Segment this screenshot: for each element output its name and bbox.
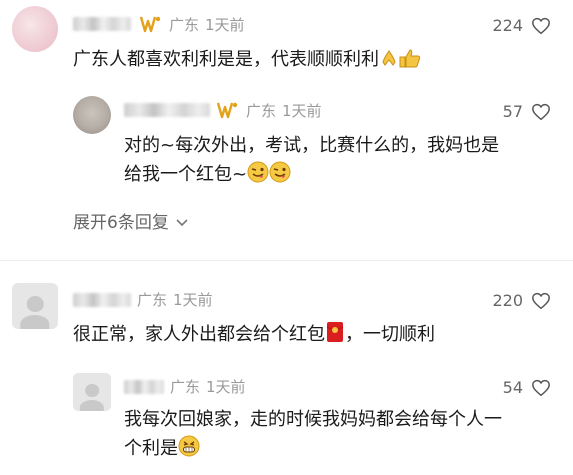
reply-meta: 广东 1天前 [246,102,328,120]
replier-name-blurred[interactable] [124,103,210,117]
like-button[interactable]: 220 [492,292,551,310]
like-button[interactable]: 54 [503,379,551,397]
like-button[interactable]: 224 [492,17,551,35]
red-envelope-icon [325,321,345,352]
reply-time: 1天前 [282,102,322,120]
replier-name-blurred[interactable] [124,380,164,394]
creator-badge-icon [216,101,239,123]
commenter-avatar[interactable] [12,6,58,52]
comment-time: 1天前 [205,16,245,34]
reply-location: 广东 [246,102,277,120]
reply-avatar[interactable] [73,373,111,411]
reply-time: 1天前 [206,378,246,396]
commenter-name-blurred[interactable] [73,293,131,307]
comment-meta: 广东 1天前 [137,291,219,309]
wink-tongue-face-icon [269,161,291,192]
comment-location: 广东 [137,291,168,309]
thumbs-up-icon [399,48,421,77]
praying-hands-icon [379,48,399,77]
comment-text: 广东人都喜欢利利是是，代表顺顺利利 [73,45,421,77]
commenter-avatar[interactable] [12,283,58,329]
reply-text: 对的~每次外出，考试，比赛什么的，我妈也是 给我一个红包~ [124,131,499,192]
reply-location: 广东 [170,378,201,396]
heart-outline-icon [532,17,550,35]
reply-text: 我每次回娘家，走的时候我妈妈都会给每个人一 个利是 [124,405,502,466]
reply-meta: 广东 1天前 [170,378,252,396]
like-count: 220 [492,291,523,310]
wink-tongue-face-icon [247,161,269,192]
reply-avatar[interactable] [73,96,111,134]
grinning-face-icon [178,435,200,466]
like-count: 57 [502,102,523,121]
commenter-name-blurred[interactable] [73,17,131,31]
fan-badge-icon [216,102,238,119]
comment-time: 1天前 [173,291,213,309]
comment-thread: 广东 1天前 224 广东人都喜欢利利是是，代表顺顺利利 广东 1天前 57 对的~… [0,0,573,475]
fan-badge-icon [139,16,161,33]
comment-divider [0,260,573,261]
heart-outline-icon [532,292,550,310]
comment-text: 很正常，家人外出都会给个红包 ，一切顺利 [73,320,435,352]
like-count: 54 [502,378,523,397]
comment-location: 广东 [169,16,200,34]
heart-outline-icon [532,379,550,397]
like-button[interactable]: 57 [503,103,551,121]
like-count: 224 [492,16,523,35]
creator-badge-icon [139,15,162,37]
heart-outline-icon [532,103,550,121]
comment-meta: 广东 1天前 [169,16,251,34]
chevron-down-icon [176,219,188,227]
expand-replies-button[interactable]: 展开6条回复 [73,213,189,233]
